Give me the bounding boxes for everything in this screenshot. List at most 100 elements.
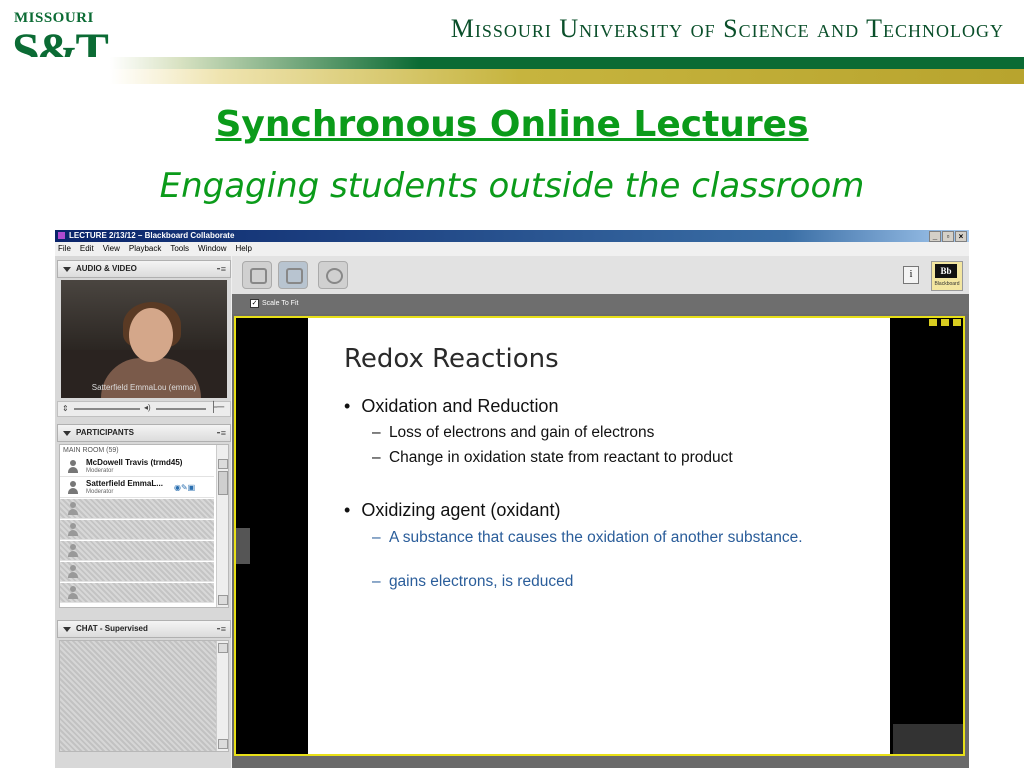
user-icon: [68, 460, 78, 474]
whiteboard-view-controls: [929, 319, 961, 326]
content-stage: Redox Reactions • Oxidation and Reductio…: [232, 314, 969, 768]
user-icon: [68, 502, 78, 516]
whiteboard-icon: [250, 268, 267, 284]
participant-row-obscured[interactable]: [60, 520, 214, 540]
bullet-text: Oxidation and Reduction: [361, 396, 559, 416]
collapse-triangle-icon[interactable]: [63, 267, 71, 272]
sub-marker: –: [372, 449, 381, 466]
sub-point-text: Change in oxidation state from reactant …: [388, 449, 733, 466]
user-icon: [68, 544, 78, 558]
video-presenter-body: [101, 358, 201, 398]
panel-menu-icon[interactable]: ⁃≡: [216, 425, 226, 441]
info-button[interactable]: i: [903, 266, 919, 284]
participant-name: McDowell Travis (trmd45): [86, 458, 183, 467]
scale-to-fit-label: Scale To Fit: [262, 300, 299, 307]
window-titlebar[interactable]: LECTURE 2/13/12 – Blackboard Collaborate…: [55, 230, 969, 242]
talk-button-icon[interactable]: ├─: [210, 402, 224, 413]
sub-point-text: Loss of electrons and gain of electrons: [388, 424, 655, 441]
participant-status-icons[interactable]: ◉✎▣: [174, 483, 195, 492]
close-button[interactable]: ×: [955, 231, 967, 242]
scroll-thumb[interactable]: [218, 471, 228, 495]
menu-help[interactable]: Help: [236, 244, 252, 253]
bullet-marker: •: [344, 396, 351, 416]
participants-panel-header[interactable]: PARTICIPANTS ⁃≡: [57, 424, 231, 442]
sub-point: – A substance that causes the oxidation …: [372, 528, 812, 548]
participant-row-obscured[interactable]: [60, 583, 214, 603]
blackboard-logo: Bb Blackboard: [931, 261, 963, 291]
participant-row[interactable]: McDowell Travis (trmd45) Moderator: [60, 457, 214, 477]
scale-to-fit-checkbox[interactable]: ✓: [250, 298, 259, 308]
participant-row-obscured[interactable]: [60, 499, 214, 519]
sub-point-text: gains electrons, is reduced: [388, 573, 574, 590]
web-tour-icon: [326, 268, 343, 284]
menu-edit[interactable]: Edit: [80, 244, 94, 253]
web-tour-mode-button[interactable]: [318, 261, 348, 289]
mic-level-slider[interactable]: [74, 408, 140, 410]
sub-marker: –: [372, 529, 381, 546]
chat-scrollbar[interactable]: [216, 641, 228, 751]
menu-file[interactable]: File: [58, 244, 71, 253]
app-icon: [58, 232, 65, 239]
participant-role: Moderator: [86, 468, 114, 474]
bullet-text: Oxidizing agent (oxidant): [361, 500, 561, 520]
sub-marker: –: [372, 424, 381, 441]
chat-panel-header[interactable]: CHAT - Supervised ⁃≡: [57, 620, 231, 638]
whiteboard-mode-button[interactable]: [242, 261, 272, 289]
participant-scrollbar[interactable]: [216, 445, 228, 607]
menu-playback[interactable]: Playback: [129, 244, 161, 253]
minimize-button[interactable]: _: [929, 231, 941, 242]
panel-menu-icon[interactable]: ⁃≡: [216, 621, 226, 637]
scale-to-fit-option[interactable]: ✓ Scale To Fit: [250, 298, 298, 309]
bb-logo-text: Blackboard: [934, 281, 960, 287]
speaker-icon[interactable]: ◂): [144, 403, 151, 412]
user-icon: [68, 565, 78, 579]
left-panels: AUDIO & VIDEO ⁃≡ Satterfield EmmaLou (em…: [55, 256, 231, 768]
menu-tools[interactable]: Tools: [170, 244, 189, 253]
app-share-mode-button[interactable]: [278, 261, 308, 289]
audio-volume-controls: ⇕ ◂) ├─: [57, 401, 231, 417]
sub-point-text: A substance that causes the oxidation of…: [388, 529, 803, 546]
fullscreen-icon[interactable]: [953, 319, 961, 326]
scale-bar: ✓ Scale To Fit: [232, 294, 969, 314]
panel-menu-icon[interactable]: ⁃≡: [216, 261, 226, 277]
collapse-triangle-icon[interactable]: [63, 431, 71, 436]
bullet-point: • Oxidation and Reduction: [344, 396, 558, 417]
scroll-down-arrow-icon[interactable]: [218, 595, 228, 605]
audio-video-label: AUDIO & VIDEO: [76, 264, 137, 273]
scroll-up-arrow-icon[interactable]: [218, 643, 228, 653]
maximize-button[interactable]: ▫: [942, 231, 954, 242]
collapse-triangle-icon[interactable]: [63, 627, 71, 632]
bullet-point: • Oxidizing agent (oxidant): [344, 500, 560, 521]
user-icon: [68, 586, 78, 600]
content-toolbar: i Bb Blackboard: [232, 256, 969, 295]
scroll-down-arrow-icon[interactable]: [218, 739, 228, 749]
menu-bar: File Edit View Playback Tools Window Help: [55, 242, 969, 255]
header-green-band: [0, 57, 1024, 69]
chat-label: CHAT - Supervised: [76, 624, 148, 633]
side-panel-tab[interactable]: [236, 528, 250, 564]
window-title: LECTURE 2/13/12 – Blackboard Collaborate: [69, 231, 235, 240]
menu-window[interactable]: Window: [198, 244, 226, 253]
main-room-label: MAIN ROOM (59): [63, 447, 119, 454]
university-name: Missouri University of Science and Techn…: [450, 14, 1004, 43]
audio-video-panel-header[interactable]: AUDIO & VIDEO ⁃≡: [57, 260, 231, 278]
participant-row[interactable]: Satterfield EmmaL... Moderator ◉✎▣: [60, 478, 214, 498]
participant-list: MAIN ROOM (59) McDowell Travis (trmd45) …: [59, 444, 229, 608]
menu-view[interactable]: View: [103, 244, 120, 253]
microphone-icon[interactable]: ⇕: [62, 404, 69, 413]
sub-marker: –: [372, 573, 381, 590]
participant-row-obscured[interactable]: [60, 562, 214, 582]
scroll-up-arrow-icon[interactable]: [218, 459, 228, 469]
participant-role: Moderator: [86, 489, 114, 495]
list-view-icon[interactable]: [929, 319, 937, 326]
user-icon: [68, 523, 78, 537]
app-share-icon: [286, 268, 303, 284]
sub-point: – Change in oxidation state from reactan…: [372, 449, 733, 467]
speaker-volume-slider[interactable]: [156, 408, 206, 410]
whiteboard-area[interactable]: Redox Reactions • Oxidation and Reductio…: [234, 316, 965, 756]
whiteboard-corner-panel: [893, 724, 963, 754]
sub-point: – Loss of electrons and gain of electron…: [372, 424, 654, 442]
bb-logo-mark: Bb: [935, 264, 957, 278]
participant-row-obscured[interactable]: [60, 541, 214, 561]
grid-view-icon[interactable]: [941, 319, 949, 326]
